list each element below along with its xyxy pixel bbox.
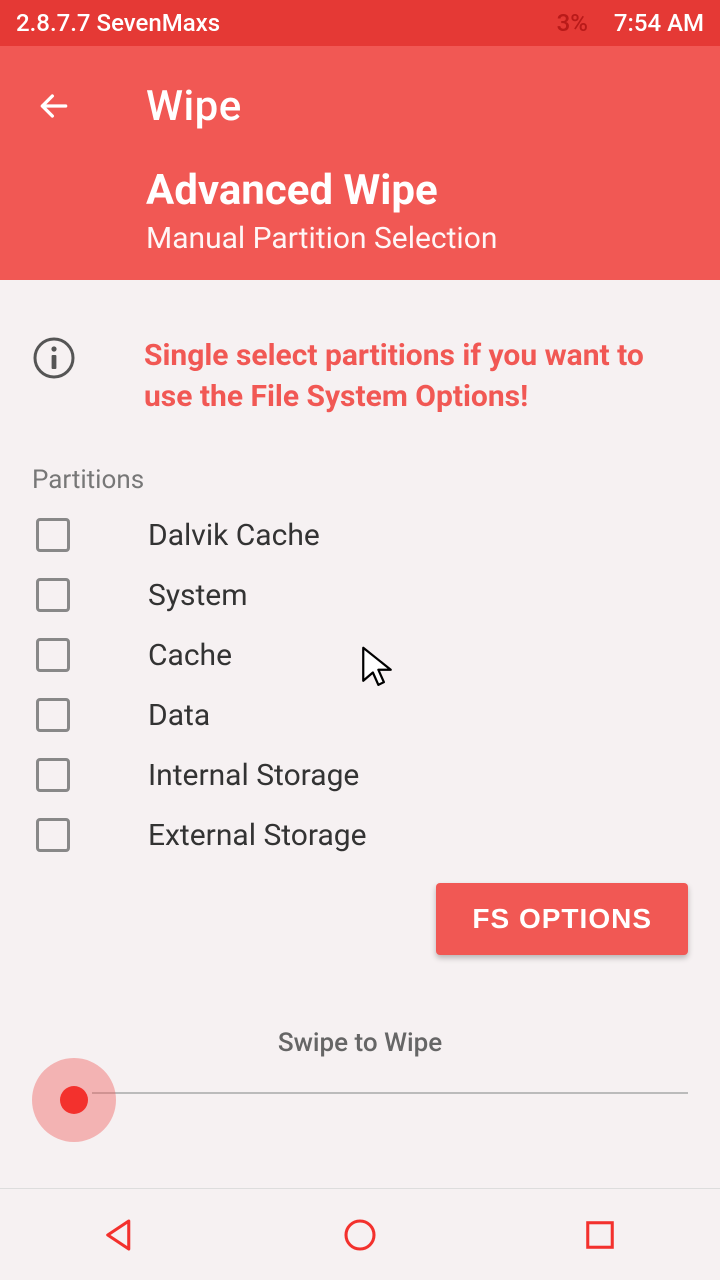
nav-recent-button[interactable]	[555, 1205, 645, 1265]
checkbox[interactable]	[36, 698, 70, 732]
info-notice: Single select partitions if you want to …	[0, 280, 720, 437]
triangle-back-icon	[99, 1214, 141, 1256]
nav-home-button[interactable]	[315, 1205, 405, 1265]
arrow-left-icon	[34, 86, 74, 126]
partition-label: System	[148, 578, 248, 613]
swipe-thumb[interactable]	[32, 1058, 116, 1142]
version-label: 2.8.7.7 SevenMaxs	[16, 9, 557, 37]
partition-item-dalvik-cache[interactable]: Dalvik Cache	[32, 505, 688, 565]
checkbox[interactable]	[36, 758, 70, 792]
partition-label: Data	[148, 698, 210, 733]
partition-list: Dalvik Cache System Cache Data Internal …	[0, 505, 720, 865]
navigation-bar	[0, 1188, 720, 1280]
swipe-to-wipe[interactable]: Swipe to Wipe	[0, 1028, 720, 1124]
fs-options-button[interactable]: FS OPTIONS	[436, 883, 688, 955]
page-subtitle: Advanced Wipe	[146, 166, 690, 215]
page-description: Manual Partition Selection	[146, 221, 690, 256]
circle-home-icon	[339, 1214, 381, 1256]
swipe-label: Swipe to Wipe	[32, 1028, 688, 1058]
checkbox[interactable]	[36, 578, 70, 612]
partition-label: Cache	[148, 638, 232, 673]
partition-label: Dalvik Cache	[148, 518, 320, 553]
square-recent-icon	[579, 1214, 621, 1256]
notice-text: Single select partitions if you want to …	[144, 336, 688, 417]
battery-percent: 3%	[557, 9, 588, 37]
status-bar: 2.8.7.7 SevenMaxs 3% 7:54 AM	[0, 0, 720, 46]
checkbox[interactable]	[36, 518, 70, 552]
partition-label: Internal Storage	[148, 758, 359, 793]
partitions-section-label: Partitions	[0, 437, 720, 505]
info-icon	[32, 336, 76, 380]
app-header: Wipe Advanced Wipe Manual Partition Sele…	[0, 46, 720, 280]
clock-time: 7:54 AM	[614, 9, 704, 37]
partition-item-external-storage[interactable]: External Storage	[32, 805, 688, 865]
nav-back-button[interactable]	[75, 1205, 165, 1265]
swipe-track[interactable]	[32, 1064, 688, 1124]
swipe-thumb-inner	[60, 1086, 88, 1114]
page-title: Wipe	[146, 82, 242, 131]
partition-label: External Storage	[148, 818, 367, 853]
checkbox[interactable]	[36, 818, 70, 852]
back-button[interactable]	[30, 82, 78, 130]
partition-item-cache[interactable]: Cache	[32, 625, 688, 685]
swipe-line	[92, 1092, 688, 1094]
partition-item-system[interactable]: System	[32, 565, 688, 625]
partition-item-data[interactable]: Data	[32, 685, 688, 745]
partition-item-internal-storage[interactable]: Internal Storage	[32, 745, 688, 805]
checkbox[interactable]	[36, 638, 70, 672]
